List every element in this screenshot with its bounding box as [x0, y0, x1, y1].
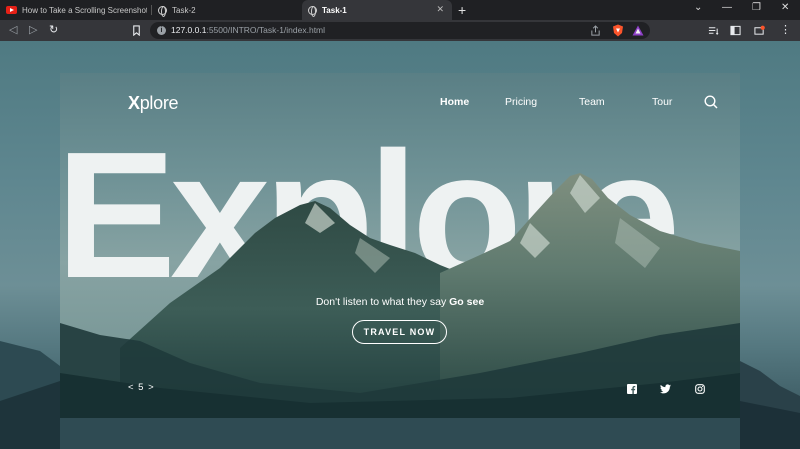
- slide-pager[interactable]: < 5 >: [128, 382, 155, 393]
- logo-text: plore: [139, 93, 179, 113]
- share-icon[interactable]: [590, 25, 601, 36]
- url-path: :5500/INTRO/Task-1/index.html: [206, 25, 326, 35]
- page-viewport: Explore Xplore Home Pricing Team Tour Do…: [0, 41, 800, 449]
- logo-x: X: [128, 93, 140, 113]
- tab-task-2[interactable]: Task-2: [152, 0, 300, 20]
- hero-scene: Explore: [60, 115, 740, 418]
- nav-home[interactable]: Home: [440, 96, 469, 108]
- tagline: Don't listen to what they say Go see: [60, 296, 740, 308]
- bookmark-icon[interactable]: [131, 25, 142, 36]
- brave-shields-icon[interactable]: [612, 24, 624, 37]
- chevron-down-icon[interactable]: ⌄: [694, 2, 702, 13]
- facebook-icon[interactable]: [627, 384, 637, 394]
- reading-list-icon[interactable]: [708, 25, 719, 36]
- forward-icon[interactable]: ▷: [29, 23, 37, 36]
- browser-toolbar: ◁ ▷ ↻ i 127.0.0.1:5500/INTRO/Task-1/inde…: [0, 20, 800, 41]
- globe-icon: [158, 5, 167, 17]
- nav-team[interactable]: Team: [579, 96, 605, 108]
- tab-youtube[interactable]: How to Take a Scrolling Screenshot in: [0, 0, 150, 20]
- travel-now-button[interactable]: TRAVEL NOW: [352, 320, 447, 344]
- reload-icon[interactable]: ↻: [49, 23, 58, 36]
- site-logo[interactable]: Xplore: [128, 93, 179, 114]
- minimize-icon[interactable]: —: [722, 2, 732, 13]
- wallet-icon[interactable]: [754, 25, 765, 36]
- info-icon[interactable]: i: [157, 26, 166, 35]
- sidebar-icon[interactable]: [730, 25, 741, 36]
- menu-icon[interactable]: ⋮: [780, 23, 791, 36]
- tab-title: Task-2: [172, 5, 196, 15]
- hero-card: Explore Xplore Home Pricing Team Tour Do…: [60, 73, 740, 418]
- back-icon[interactable]: ◁: [9, 23, 17, 36]
- youtube-icon: [6, 6, 17, 14]
- restore-icon[interactable]: ❐: [752, 2, 761, 13]
- nav-pricing[interactable]: Pricing: [505, 96, 537, 108]
- tab-title: Task-1: [322, 5, 347, 15]
- twitter-icon[interactable]: [660, 384, 671, 394]
- new-tab-button[interactable]: +: [458, 2, 466, 18]
- tagline-lead: Don't listen to what they say: [315, 296, 447, 308]
- address-bar[interactable]: i 127.0.0.1:5500/INTRO/Task-1/index.html: [150, 22, 650, 39]
- search-icon[interactable]: [704, 95, 718, 109]
- tab-title: How to Take a Scrolling Screenshot in: [22, 5, 147, 15]
- globe-icon: [308, 5, 317, 17]
- tab-strip: How to Take a Scrolling Screenshot in Ta…: [0, 0, 800, 20]
- tab-task-1[interactable]: Task-1 ✕: [302, 0, 452, 20]
- close-tab-icon[interactable]: ✕: [436, 4, 444, 15]
- close-window-icon[interactable]: ✕: [781, 2, 789, 13]
- nav-tour[interactable]: Tour: [652, 96, 672, 108]
- instagram-icon[interactable]: [695, 384, 705, 394]
- url-text: 127.0.0.1:5500/INTRO/Task-1/index.html: [171, 25, 325, 35]
- tagline-bold: Go see: [449, 296, 485, 308]
- brave-rewards-icon[interactable]: [632, 25, 644, 36]
- url-host: 127.0.0.1: [171, 25, 207, 35]
